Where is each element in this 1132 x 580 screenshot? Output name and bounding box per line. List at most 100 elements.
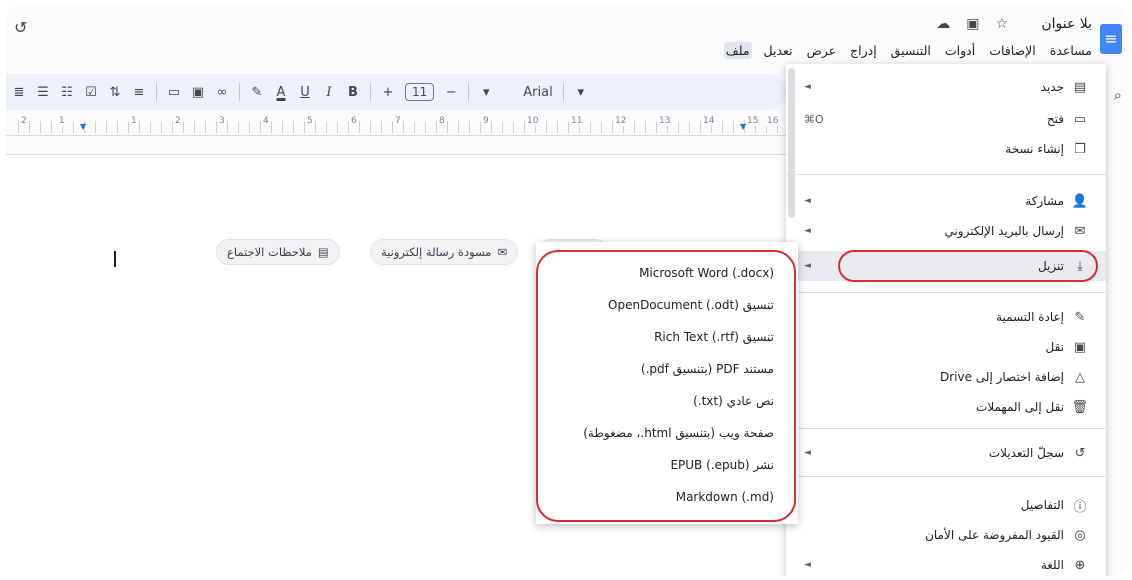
menu-tools[interactable]: أدوات [943,42,977,59]
document-icon: ▤ [317,245,329,259]
ruler-number: 9 [482,116,490,126]
download-rtf[interactable]: تنسيق Rich Text (.rtf) [544,322,774,352]
menu-help[interactable]: مساعدة [1048,42,1094,59]
menu-view[interactable]: عرض [805,42,838,59]
email-icon: ✉ [1074,223,1086,239]
file-menu-version-history[interactable]: ↺ سجلّ التعديلات ◄ [786,438,1106,468]
submenu-arrow-icon: ◄ [804,196,811,206]
file-menu-make-copy[interactable]: ❐ إنشاء نسخة [786,134,1106,164]
insert-image-icon[interactable]: ▭ [167,85,181,100]
file-menu-open[interactable]: ▭ فتح ⌘O [786,104,1106,134]
file-menu-label: التفاصيل [1020,498,1064,512]
bold-button[interactable]: B [346,85,360,100]
email-draft-label: مسودة رسالة إلكترونية [381,245,492,259]
menu-format[interactable]: التنسيق [889,42,933,59]
trash-icon: 🗑 [1071,399,1088,415]
file-menu-label: نقل إلى المهملات [976,400,1064,414]
menu-insert[interactable]: إدراج [848,42,879,59]
pencil-icon: ✎ [1074,309,1086,325]
underline-button[interactable]: U [298,85,312,100]
drive-shortcut-icon: △ [1075,369,1085,385]
file-menu-security[interactable]: ◎ القيود المفروضة على الأمان [786,520,1106,550]
horizontal-ruler[interactable]: ▼ ▼ 2 1 1 2 3 4 5 6 7 8 9 10 11 12 13 14… [6,116,786,136]
file-menu-share[interactable]: 👤 مشاركة ◄ [786,186,1106,216]
italic-button[interactable]: I [322,85,336,100]
menu-extensions[interactable]: الإضافات [987,42,1038,59]
align-icon[interactable]: ≣ [12,85,26,100]
file-menu-label: فتح [1046,112,1064,126]
file-menu-label: إنشاء نسخة [1005,142,1064,156]
font-size-decrease-button[interactable]: − [444,85,458,100]
app-window: ≡ بلا عنوان ☁ ▣ ☆ ↺ ملف تعديل عرض إدراج … [6,4,1128,576]
comment-icon[interactable]: ▣ [191,85,205,100]
style-dropdown-arrow-icon[interactable]: ▾ [574,85,588,100]
line-spacing-icon[interactable]: ⇅ [108,85,122,100]
ruler-number: 5 [306,116,314,126]
download-markdown[interactable]: Markdown (.md) [544,482,774,512]
file-menu-trash[interactable]: 🗑 نقل إلى المهملات [786,392,1106,422]
shortcut-label: ⌘O [804,112,824,126]
ruler-number: 11 [570,116,584,126]
menu-divider [786,292,1106,293]
menu-edit[interactable]: تعديل [762,42,795,59]
numbered-list-icon[interactable]: ☷ [60,85,74,100]
file-menu-add-shortcut[interactable]: △ إضافة اختصار إلى Drive [786,362,1106,392]
move-folder-icon[interactable]: ▣ [966,16,979,32]
download-epub[interactable]: نشر EPUB (.epub) [544,450,774,480]
ruler-number: 10 [526,116,540,126]
submenu-arrow-icon: ◄ [804,226,811,236]
new-doc-icon: ▤ [1073,79,1087,95]
security-icon: ◎ [1074,527,1086,543]
ruler-number: 12 [614,116,628,126]
file-menu-move[interactable]: ▣ نقل [786,332,1106,362]
menu-file[interactable]: ملف [723,42,752,59]
bulleted-list-icon[interactable]: ☰ [36,85,50,100]
meeting-notes-label: ملاحظات الاجتماع [227,245,312,259]
cloud-status-icon[interactable]: ☁ [936,16,950,32]
ruler-number: 2 [20,116,28,126]
title-icons: ☁ ▣ ☆ [936,16,1008,32]
font-size-input[interactable]: 11 [405,83,435,101]
font-name-select[interactable]: Arial [523,85,552,100]
font-dropdown-arrow-icon[interactable]: ▾ [479,85,493,100]
move-folder-icon: ▣ [1073,339,1087,355]
link-icon[interactable]: ∞ [215,85,229,100]
document-title[interactable]: بلا عنوان [1041,16,1092,32]
ruler-number: 1 [130,116,138,126]
download-submenu: Microsoft Word (.docx) تنسيق OpenDocumen… [536,242,798,524]
checklist-icon[interactable]: ☑ [84,85,98,100]
star-icon[interactable]: ☆ [995,16,1008,32]
download-docx[interactable]: Microsoft Word (.docx) [544,258,774,288]
download-pdf[interactable]: مستند PDF (بتنسيق pdf.) [544,354,774,384]
file-menu-email[interactable]: ✉ إرسال بالبريد الإلكتروني ◄ [786,216,1106,246]
ruler-number: 1 [58,116,66,126]
formatting-toolbar: ≣ ☰ ☷ ☑ ⇅ ≡ ▭ ▣ ∞ ✎ A U I B + 11 − ▾ Ari… [6,74,786,110]
file-menu-details[interactable]: ⓘ التفاصيل [786,490,1106,520]
toolbar-divider [239,83,240,101]
submenu-arrow-icon: ◄ [804,448,811,458]
highlight-pen-icon[interactable]: ✎ [250,85,264,100]
download-txt[interactable]: نص عادي (txt.) [544,386,774,416]
menu-divider [786,174,1106,175]
ruler-number: 7 [394,116,402,126]
text-align-icon[interactable]: ≡ [132,85,146,100]
left-indent-marker-icon[interactable]: ▼ [80,122,86,131]
download-odt[interactable]: تنسيق OpenDocument (.odt) [544,290,774,320]
file-menu-rename[interactable]: ✎ إعادة التسمية [786,302,1106,332]
search-menus-icon[interactable]: ⌕ [1114,86,1122,104]
file-menu-new[interactable]: ▤ جديد ◄ [786,72,1106,102]
ruler-number: 6 [350,116,358,126]
submenu-arrow-icon: ◄ [804,560,811,570]
email-draft-chip[interactable]: ✉ مسودة رسالة إلكترونية [370,239,519,265]
share-icon: 👤 [1071,193,1088,209]
toolbar-divider [370,83,371,101]
download-highlight-ring [838,250,1098,282]
text-color-button[interactable]: A [274,85,288,100]
font-size-increase-button[interactable]: + [381,85,395,100]
file-menu-language[interactable]: ⊕ اللغة ◄ [786,550,1106,576]
submenu-arrow-icon: ◄ [804,261,811,271]
docs-logo-icon[interactable]: ≡ [1100,24,1122,54]
meeting-notes-chip[interactable]: ▤ ملاحظات الاجتماع [216,239,340,265]
history-icon[interactable]: ↺ [14,18,27,37]
download-html-zip[interactable]: صفحة ويب (بتنسيق html.، مضغوطة) [544,418,774,448]
